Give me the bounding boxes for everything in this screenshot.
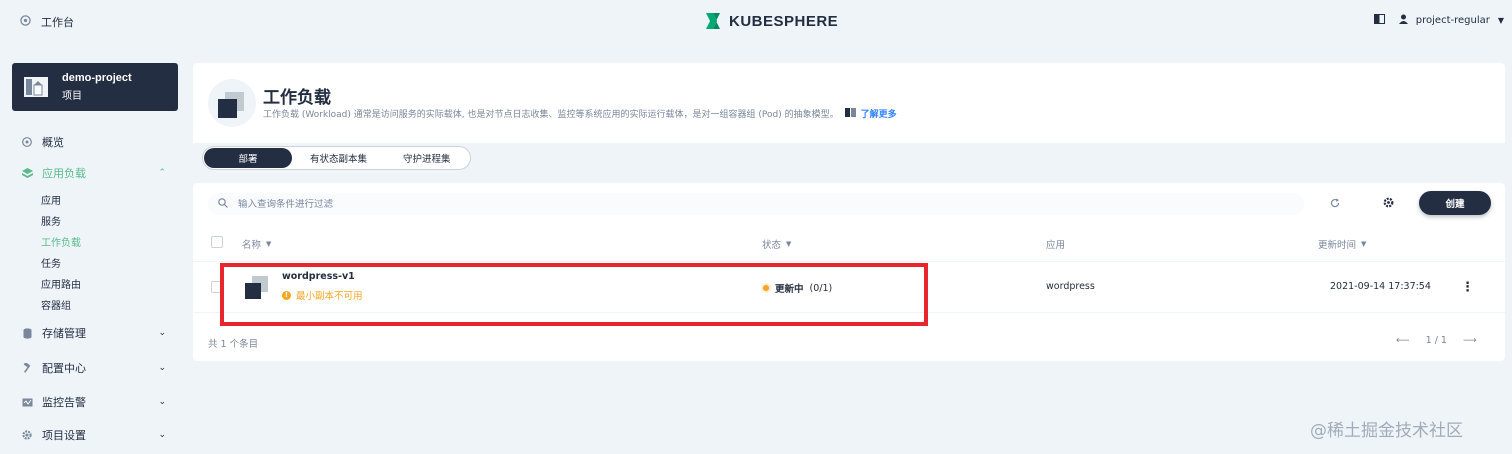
total-count: 共 1 个条目 [208, 339, 259, 350]
user-name: project-regular [1415, 15, 1490, 26]
sidebar-item-overview[interactable]: 概览 [20, 134, 170, 150]
sidebar-item-label: 监控告警 [42, 396, 86, 409]
hammer-icon [20, 363, 34, 373]
book-icon [844, 107, 857, 120]
sidebar-subitem-services[interactable]: 服务 [41, 213, 61, 228]
project-icon [24, 75, 48, 99]
highlight-box [220, 263, 928, 326]
tab-deployments[interactable]: 部署 [204, 148, 292, 168]
more-actions-icon[interactable]: ⋮ [1461, 280, 1474, 295]
select-all-checkbox[interactable] [211, 236, 223, 248]
column-header-label: 状态 [762, 240, 782, 251]
sidebar-item-config[interactable]: 配置中心 ⌄ [20, 360, 170, 376]
watermark: @稀土掘金技术社区 [1310, 421, 1463, 441]
page-description-text: 工作负载 (Workload) 通常是访问服务的实际载体, 也是对节点日志收集、… [263, 110, 839, 120]
app-name: wordpress [1046, 281, 1095, 292]
brand-name: KUBESPHERE [729, 12, 839, 30]
sidebar-item-label: 概览 [42, 136, 64, 149]
appstore-icon [20, 168, 34, 178]
sidebar-item-workloads-group[interactable]: 应用负载 ⌃ [20, 165, 170, 181]
learn-more-link[interactable]: 了解更多 [844, 107, 897, 120]
caret-down-icon: ▼ [786, 240, 792, 248]
chevron-up-icon: ⌃ [158, 168, 166, 178]
search-input[interactable] [238, 198, 1238, 210]
column-header-app: 应用 [1046, 237, 1065, 251]
page-description: 工作负载 (Workload) 通常是访问服务的实际载体, 也是对节点日志收集、… [263, 107, 897, 120]
project-name: demo-project [62, 72, 132, 84]
sidebar-item-label: 应用负载 [42, 167, 86, 180]
chevron-down-icon: ⌄ [158, 363, 166, 373]
learn-more-label: 了解更多 [860, 110, 897, 120]
sidebar-item-settings[interactable]: 项目设置 ⌄ [20, 427, 170, 443]
chevron-down-icon: ⌄ [158, 328, 166, 338]
column-header-updated[interactable]: 更新时间 ▼ [1318, 237, 1366, 251]
sidebar-item-label: 配置中心 [42, 362, 86, 375]
column-header-label: 名称 [242, 240, 262, 251]
workbench-label: 工作台 [41, 16, 74, 29]
top-bar: 工作台 KUBESPHERE project-regular ▼ [0, 0, 1512, 44]
docs-icon[interactable] [1373, 14, 1385, 27]
sidebar-subitem-pods[interactable]: 容器组 [41, 297, 71, 312]
sidebar-subitem-workloads[interactable]: 工作负载 [41, 234, 81, 249]
tab-daemonsets[interactable]: 守护进程集 [385, 148, 469, 168]
page-indicator: 1 / 1 [1425, 335, 1447, 346]
project-card[interactable]: demo-project 项目 [12, 63, 178, 111]
search-icon [218, 197, 228, 211]
pagination: ⟵ 1 / 1 ⟶ [1396, 335, 1477, 346]
prev-page-arrow-icon[interactable]: ⟵ [1396, 335, 1410, 346]
monitor-icon [20, 398, 34, 407]
chevron-down-icon: ⌄ [158, 397, 166, 407]
column-header-label: 更新时间 [1318, 240, 1357, 251]
project-type: 项目 [62, 91, 82, 102]
tabs-area: 部署 有状态副本集 守护进程集 [193, 143, 1505, 173]
workload-type-tabs: 部署 有状态副本集 守护进程集 [202, 146, 471, 170]
storage-icon [20, 327, 34, 339]
refresh-icon [1330, 198, 1340, 211]
workbench-link[interactable]: 工作台 [20, 14, 74, 30]
page-header: 工作负载 工作负载 (Workload) 通常是访问服务的实际载体, 也是对节点… [193, 63, 1505, 143]
kubesphere-logo[interactable]: KUBESPHERE [703, 11, 838, 31]
caret-down-icon: ▼ [1361, 240, 1367, 248]
caret-down-icon: ▼ [266, 240, 272, 248]
dashboard-icon [20, 137, 34, 147]
user-menu[interactable]: project-regular ▼ [1398, 14, 1504, 27]
sidebar-item-label: 项目设置 [42, 429, 86, 442]
column-header-name[interactable]: 名称 ▼ [242, 237, 271, 251]
search-bar[interactable] [208, 193, 1304, 215]
tab-statefulsets[interactable]: 有状态副本集 [292, 148, 385, 168]
column-header-label: 应用 [1046, 240, 1066, 251]
divider [193, 261, 1505, 262]
sidebar-item-label: 存储管理 [42, 327, 86, 340]
updated-time: 2021-09-14 17:37:54 [1330, 281, 1431, 292]
sidebar-subitem-routes[interactable]: 应用路由 [41, 276, 81, 291]
column-header-status[interactable]: 状态 ▼ [762, 237, 791, 251]
gear-icon [1383, 197, 1394, 211]
create-button[interactable]: 创建 [1419, 191, 1491, 215]
sidebar-subitem-jobs[interactable]: 任务 [41, 255, 61, 270]
workbench-icon [20, 15, 31, 29]
refresh-button[interactable] [1325, 194, 1345, 214]
chevron-down-icon: ⌄ [158, 430, 166, 440]
user-icon [1398, 14, 1408, 27]
page-title: 工作负载 [263, 88, 331, 108]
next-page-arrow-icon[interactable]: ⟶ [1463, 335, 1477, 346]
sidebar-item-storage[interactable]: 存储管理 ⌄ [20, 325, 170, 341]
kubesphere-logo-icon [703, 11, 723, 31]
gear-icon [20, 430, 34, 440]
sidebar-item-monitoring[interactable]: 监控告警 ⌄ [20, 394, 170, 410]
workload-header-icon [208, 79, 256, 127]
sidebar-subitem-apps[interactable]: 应用 [41, 192, 61, 207]
settings-button[interactable] [1378, 194, 1398, 214]
caret-down-icon: ▼ [1497, 16, 1504, 25]
